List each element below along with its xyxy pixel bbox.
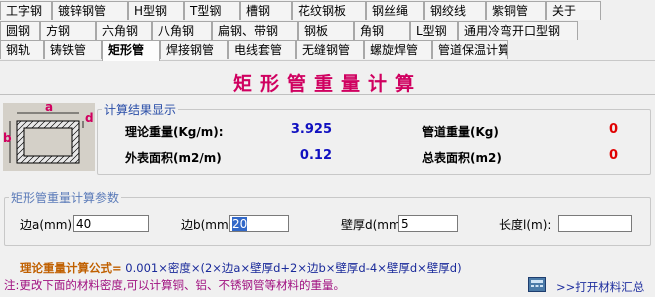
theory-weight-label: 理论重量(Kg/m):	[125, 125, 224, 139]
outer-area-label: 外表面积(m2/m)	[125, 151, 222, 165]
tab-row2-6[interactable]: 钢板	[298, 21, 354, 40]
length-label: 长度l(m):	[499, 218, 552, 232]
pipe-weight-label: 管道重量(Kg)	[422, 125, 499, 139]
diagram-label-a: a	[45, 100, 54, 114]
tab-row1-9[interactable]: 紫铜管	[486, 1, 546, 20]
side-b-selected-text: 20	[232, 217, 248, 231]
tab-row-1: 工字钢 镀锌钢管 H型钢 T型钢 槽钢 花纹钢板 钢丝绳 钢绞线 紫铜管 关于	[0, 1, 601, 21]
tab-row1-10[interactable]: 关于	[546, 1, 601, 20]
results-legend: 计算结果显示	[104, 103, 177, 117]
theory-weight-value: 3.925	[290, 122, 332, 137]
open-materials-link[interactable]: >>打开材料汇总	[556, 279, 644, 295]
rect-tube-diagram: a b d	[3, 100, 95, 171]
tab-row3-7[interactable]: 螺旋焊管	[364, 40, 432, 59]
tab-row3-6[interactable]: 无缝钢管	[296, 40, 364, 59]
tab-row3-1[interactable]: 钢轨	[0, 40, 44, 59]
tab-row2-8[interactable]: L型钢	[410, 21, 458, 40]
side-b-input[interactable]: 20	[229, 215, 289, 232]
calculator-icon[interactable]	[528, 277, 546, 292]
total-area-label: 总表面积(m2)	[422, 151, 502, 165]
rect-tube-panel: 矩形管重量计算 a b d 计算结果显示 理论重量(Kg/m): 3.925 管…	[0, 60, 655, 297]
tab-row1-7[interactable]: 钢丝绳	[366, 1, 424, 20]
diagram-label-d: d	[85, 111, 94, 125]
tab-bar: 工字钢 镀锌钢管 H型钢 T型钢 槽钢 花纹钢板 钢丝绳 钢绞线 紫铜管 关于 圆钢 方钢 六角钢 八角…	[0, 0, 655, 61]
tab-row2-7[interactable]: 角钢	[354, 21, 410, 40]
title-divider	[0, 94, 655, 95]
tab-row2-1[interactable]: 圆钢	[0, 21, 40, 40]
thickness-input[interactable]: 5	[398, 215, 458, 232]
total-area-value: 0	[608, 148, 618, 163]
tab-row3-4[interactable]: 焊接钢管	[160, 40, 228, 59]
tab-row1-8[interactable]: 钢绞线	[424, 1, 486, 20]
tab-row1-2[interactable]: 镀锌钢管	[52, 1, 128, 20]
tab-row2-9[interactable]: 通用冷弯开口型钢	[458, 21, 578, 40]
tab-row-3: 钢轨 铸铁管 矩形管 焊接钢管 电线套管 无缝钢管 螺旋焊管 管道保温计算	[0, 40, 508, 61]
outer-area-value: 0.12	[299, 148, 332, 163]
tab-row2-3[interactable]: 六角钢	[96, 21, 152, 40]
tab-row3-5[interactable]: 电线套管	[228, 40, 296, 59]
length-input[interactable]	[558, 215, 632, 232]
diagram-label-b: b	[3, 131, 12, 145]
tab-row2-5[interactable]: 扁钢、带钢	[212, 21, 298, 40]
page-title: 矩形管重量计算	[232, 73, 422, 95]
side-a-label: 边a(mm):	[20, 218, 77, 232]
density-note: 注:更改下面的材料密度,可以计算铜、铝、不锈钢管等材料的重量。	[4, 278, 346, 292]
tab-row2-2[interactable]: 方钢	[40, 21, 96, 40]
tab-row3-8[interactable]: 管道保温计算	[432, 40, 508, 59]
side-a-input[interactable]: 40	[73, 215, 149, 232]
tab-row1-3[interactable]: H型钢	[128, 1, 184, 20]
tab-row1-1[interactable]: 工字钢	[0, 1, 52, 20]
pipe-weight-value: 0	[608, 122, 618, 137]
tab-row3-3[interactable]: 矩形管	[102, 40, 160, 61]
formula-label: 理论重量计算公式=	[20, 261, 122, 275]
params-legend: 矩形管重量计算参数	[11, 191, 120, 205]
tab-row1-5[interactable]: 槽钢	[240, 1, 292, 20]
tab-row2-4[interactable]: 八角钢	[152, 21, 212, 40]
formula-line: 理论重量计算公式= 0.001×密度×(2×边a×壁厚d+2×边b×壁厚d-4×…	[20, 260, 462, 276]
formula-expression: 0.001×密度×(2×边a×壁厚d+2×边b×壁厚d-4×壁厚d×壁厚d)	[121, 261, 462, 275]
tab-row-2: 圆钢 方钢 六角钢 八角钢 扁钢、带钢 钢板 角钢 L型钢 通用冷弯开口型钢	[0, 21, 578, 41]
tab-row3-2[interactable]: 铸铁管	[44, 40, 102, 59]
tab-row1-6[interactable]: 花纹钢板	[292, 1, 366, 20]
tab-row1-4[interactable]: T型钢	[184, 1, 240, 20]
